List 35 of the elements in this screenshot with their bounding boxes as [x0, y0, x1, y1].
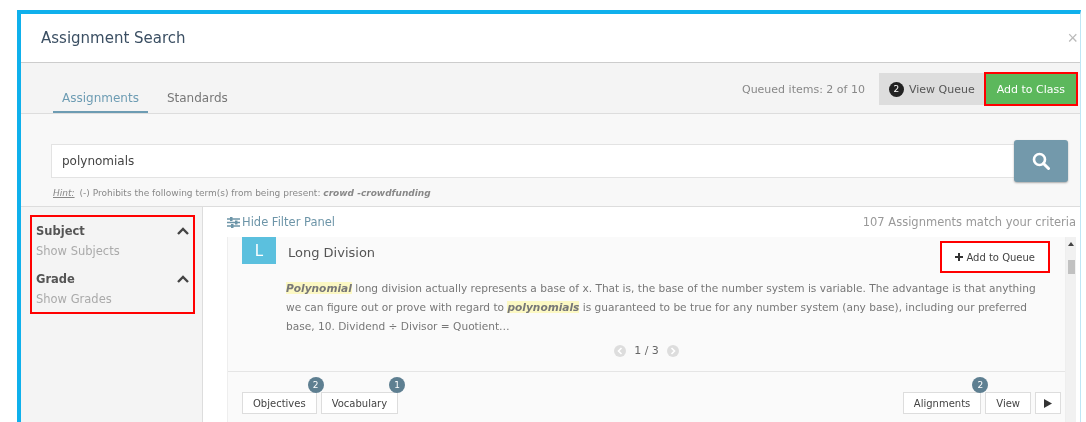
- view-queue-button[interactable]: 2 View Queue: [878, 73, 985, 105]
- card-tab[interactable]: View: [985, 392, 1031, 414]
- search-field[interactable]: polynomials: [51, 144, 1014, 178]
- hint-label: Hint:: [53, 188, 75, 198]
- play-button[interactable]: [1035, 392, 1061, 414]
- queue-status: Queued items: 2 of 10: [741, 82, 865, 96]
- card-tab[interactable]: Objectives: [242, 392, 317, 414]
- next-icon: [666, 344, 679, 357]
- page-indicator: 1 / 3: [634, 344, 659, 357]
- sliders-icon: [227, 216, 240, 228]
- hint-example: crowd -crowdfunding: [323, 188, 431, 198]
- filter-title: Subject: [36, 224, 85, 238]
- result-count: 107 Assignments match your criteria: [862, 215, 1076, 229]
- scroll-up-icon: [1068, 242, 1074, 246]
- search-button[interactable]: [1014, 140, 1068, 182]
- add-to-queue-button[interactable]: Add to Queue: [941, 242, 1049, 272]
- window-title: Assignment Search: [41, 29, 186, 47]
- letter-badge: L: [242, 237, 276, 264]
- count-badge: 2: [307, 377, 324, 393]
- result-title: Long Division: [288, 244, 377, 260]
- card-tab[interactable]: Vocabulary: [320, 392, 399, 414]
- count-badge: 2: [888, 81, 904, 97]
- count-badge: 1: [389, 377, 406, 393]
- search-icon: [1032, 152, 1050, 170]
- scrollbar[interactable]: [1066, 237, 1076, 422]
- card-tab[interactable]: Alignments: [902, 392, 982, 414]
- filter-title: Grade: [36, 272, 75, 286]
- previous-icon: [614, 344, 627, 357]
- tab[interactable]: Standards: [157, 91, 237, 113]
- result-description: Polynomial long division actually represents a base of x. That is, the base of the number system is variable. The advantage is that anything we can figure out or prove with regard to polynomials is guaranteed to be true for any number system (any base), including our preferred base, 10. Dividend ÷ Divisor = Quotient…: [286, 281, 1037, 334]
- plus-icon: [955, 253, 964, 261]
- hint-text: (-) Prohibits the following term(s) from being present:: [79, 188, 322, 198]
- scroll-thumb[interactable]: [1067, 260, 1075, 274]
- count-badge: 2: [972, 377, 989, 393]
- play-icon: [1044, 398, 1052, 408]
